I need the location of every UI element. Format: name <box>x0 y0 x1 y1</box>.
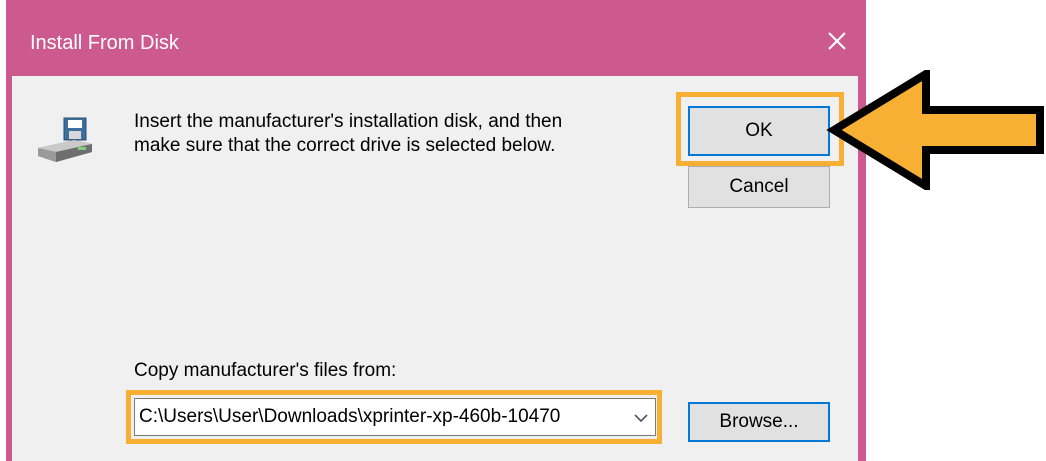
disk-drive-icon <box>38 117 92 162</box>
arrow-left-icon <box>826 70 1044 190</box>
message-line-2: make sure that the correct drive is sele… <box>134 135 556 156</box>
dialog-title: Install From Disk <box>30 32 179 54</box>
instruction-message: Insert the manufacturer's installation d… <box>134 110 654 158</box>
title-bar: Install From Disk <box>6 0 866 76</box>
browse-button[interactable]: Browse... <box>688 402 830 442</box>
close-icon[interactable] <box>826 30 848 52</box>
path-combobox[interactable]: C:\Users\User\Downloads\xprinter-xp-460b… <box>134 398 656 436</box>
ok-button[interactable]: OK <box>688 106 830 156</box>
copy-from-label: Copy manufacturer's files from: <box>134 360 397 381</box>
chevron-down-icon[interactable] <box>633 411 649 425</box>
message-line-1: Insert the manufacturer's installation d… <box>134 111 563 132</box>
cancel-button[interactable]: Cancel <box>688 166 830 208</box>
path-value: C:\Users\User\Downloads\xprinter-xp-460b… <box>139 406 561 427</box>
